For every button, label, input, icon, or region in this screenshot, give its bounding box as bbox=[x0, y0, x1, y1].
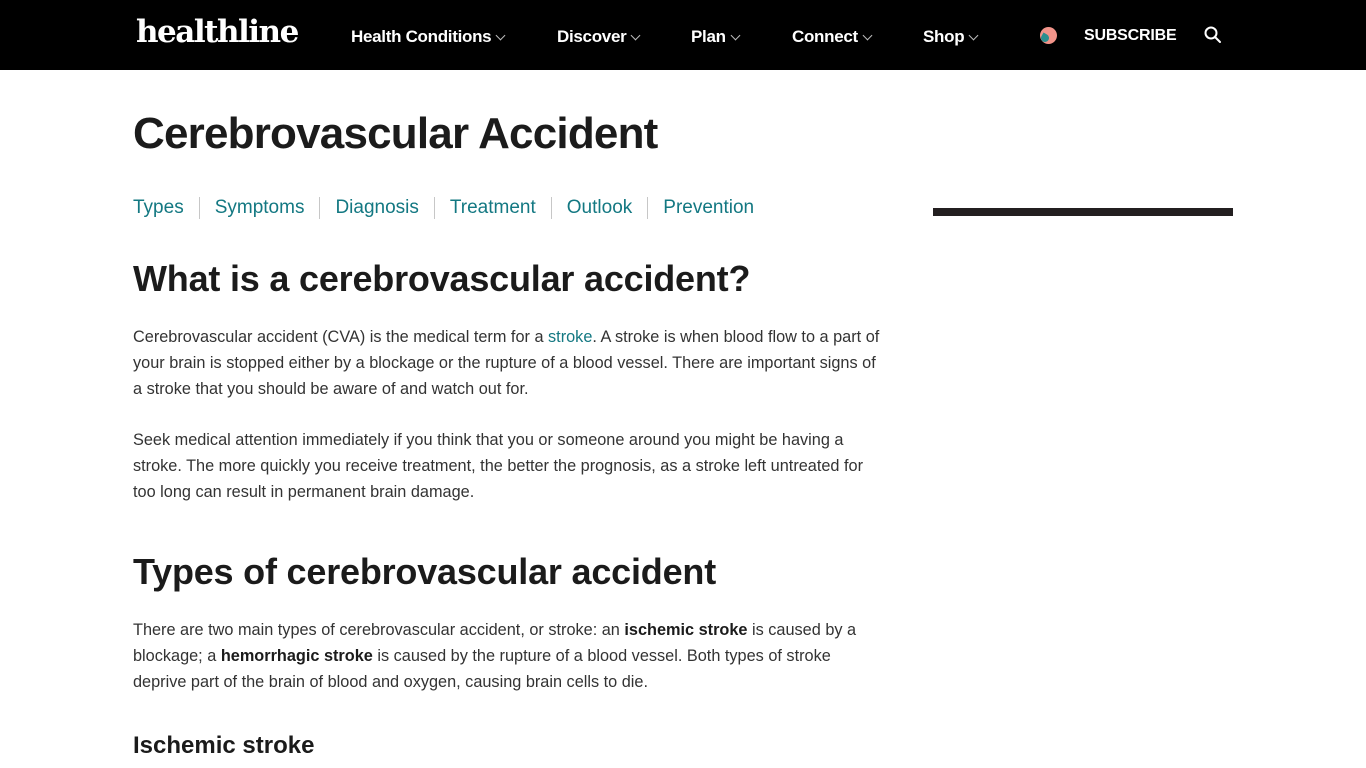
nav-label: Connect bbox=[792, 27, 858, 46]
chevron-down-icon bbox=[630, 30, 641, 40]
page-title: Cerebrovascular Accident bbox=[133, 109, 658, 158]
paragraph-types: There are two main types of cerebrovascu… bbox=[133, 617, 883, 695]
chevron-down-icon bbox=[730, 30, 741, 40]
paragraph-seek-attention: Seek medical attention immediately if yo… bbox=[133, 431, 864, 501]
nav-label: Plan bbox=[691, 27, 726, 46]
divider bbox=[433, 197, 435, 219]
bold-term-ischemic: ischemic stroke bbox=[624, 621, 748, 639]
sidebar-divider-bar bbox=[933, 208, 1233, 216]
healthline-logo[interactable]: healthline bbox=[136, 14, 299, 50]
table-of-contents: Types Symptoms Diagnosis Treatment Outlo… bbox=[133, 196, 754, 220]
nav-discover[interactable]: Discover bbox=[557, 26, 641, 48]
toc-link-treatment[interactable]: Treatment bbox=[450, 196, 536, 220]
toc-link-outlook[interactable]: Outlook bbox=[567, 196, 632, 220]
bold-term-hemorrhagic: hemorrhagic stroke bbox=[220, 647, 373, 665]
search-icon bbox=[1204, 26, 1221, 43]
chevron-down-icon bbox=[862, 30, 873, 40]
toc-link-diagnosis[interactable]: Diagnosis bbox=[335, 196, 418, 220]
nav-plan[interactable]: Plan bbox=[691, 26, 741, 48]
divider bbox=[647, 197, 649, 219]
toc-link-prevention[interactable]: Prevention bbox=[663, 196, 754, 220]
nav-connect[interactable]: Connect bbox=[792, 26, 873, 48]
stroke-link[interactable]: stroke bbox=[548, 328, 592, 346]
nav-shop[interactable]: Shop bbox=[923, 26, 979, 48]
section-heading-what-is: What is a cerebrovascular accident? bbox=[133, 258, 751, 299]
search-button[interactable] bbox=[1204, 26, 1222, 44]
top-navigation: healthline Health Conditions Discover Pl… bbox=[0, 0, 1366, 70]
section-heading-types: Types of cerebrovascular accident bbox=[133, 551, 716, 592]
text: There are two main types of cerebrovascu… bbox=[133, 621, 625, 639]
divider bbox=[198, 197, 200, 219]
nav-label: Health Conditions bbox=[351, 27, 492, 46]
nav-label: Discover bbox=[557, 27, 627, 46]
divider bbox=[550, 197, 552, 219]
toc-link-symptoms[interactable]: Symptoms bbox=[215, 196, 305, 220]
chevron-down-icon bbox=[968, 30, 979, 40]
paragraph-intro: Cerebrovascular accident (CVA) is the me… bbox=[133, 324, 883, 402]
toc-link-types[interactable]: Types bbox=[133, 196, 184, 220]
avatar-icon[interactable] bbox=[1040, 27, 1057, 44]
divider bbox=[319, 197, 321, 219]
chevron-down-icon bbox=[495, 30, 506, 40]
subheading-ischemic-stroke: Ischemic stroke bbox=[133, 732, 315, 759]
text: Cerebrovascular accident (CVA) is the me… bbox=[133, 328, 549, 346]
nav-health-conditions[interactable]: Health Conditions bbox=[351, 26, 506, 48]
subscribe-button[interactable]: SUBSCRIBE bbox=[1084, 25, 1177, 47]
nav-label: Shop bbox=[923, 27, 965, 46]
